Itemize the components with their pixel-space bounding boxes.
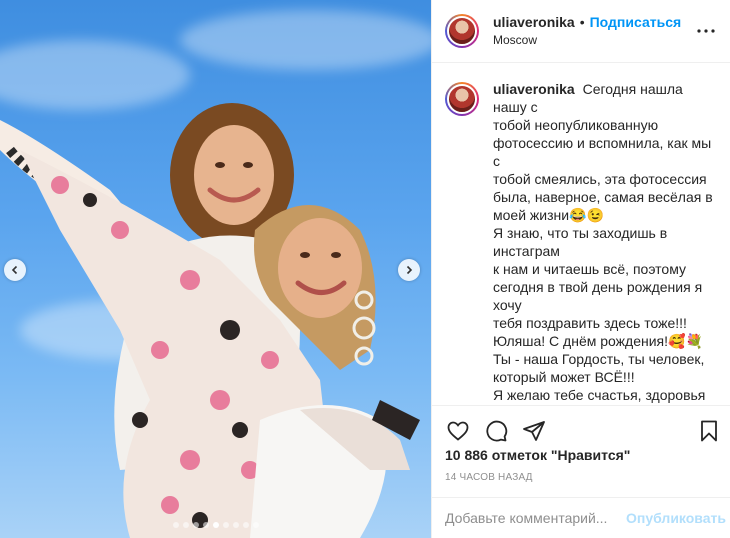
publish-button[interactable]: Опубликовать <box>626 510 726 526</box>
carousel-dot <box>252 522 259 528</box>
bookmark-icon <box>701 420 717 441</box>
comments-area[interactable]: uliaveronika Сегодня нашла нашу с тобой н… <box>432 64 730 405</box>
caption-line: сегодня в твой день рождения я хочу <box>493 279 703 313</box>
comment-input[interactable] <box>445 510 626 526</box>
caption-line: была, наверное, самая весёлая в <box>493 189 713 205</box>
avatar[interactable] <box>445 14 479 48</box>
follow-button[interactable]: Подписаться <box>590 13 682 31</box>
post-panel: uliaveronika • Подписаться Moscow uliave… <box>431 0 730 538</box>
location-link[interactable]: Moscow <box>493 31 694 49</box>
carousel-next-button[interactable] <box>398 259 420 281</box>
caption-line: Я желаю тебе счастья, здоровья и <box>493 387 706 403</box>
caption: uliaveronika Сегодня нашла нашу с тобой н… <box>445 80 718 405</box>
comment-icon <box>486 420 508 441</box>
more-options-button[interactable] <box>694 19 718 43</box>
add-comment-bar: Опубликовать <box>432 497 730 538</box>
carousel-dot <box>182 522 189 528</box>
carousel-prev-button[interactable] <box>4 259 26 281</box>
caption-line: тобой смеялись, эта фотосессия <box>493 171 707 187</box>
save-button[interactable] <box>696 418 722 444</box>
carousel-dot <box>172 522 179 528</box>
caption-line: Юляша! С днём рождения!🥰💐 <box>493 333 703 349</box>
caption-line: который может ВСЁ!!! <box>493 369 635 385</box>
post-header: uliaveronika • Подписаться Moscow <box>432 0 730 63</box>
chevron-right-icon <box>406 265 413 275</box>
post-timestamp[interactable]: 14 ЧАСОВ НАЗАД <box>445 472 533 483</box>
carousel-dot <box>222 522 229 528</box>
share-icon <box>523 420 545 441</box>
username-link[interactable]: uliaveronika <box>493 13 575 31</box>
more-dots-icon <box>697 29 715 33</box>
heart-icon <box>447 421 469 441</box>
share-button[interactable] <box>521 418 547 444</box>
caption-text: uliaveronika Сегодня нашла нашу с тобой н… <box>493 80 717 405</box>
caption-line: тебя поздравить здесь тоже!!! <box>493 315 687 331</box>
chevron-left-icon <box>11 265 18 275</box>
photo-people <box>0 103 420 538</box>
avatar[interactable] <box>445 82 479 116</box>
carousel-dots <box>0 522 431 528</box>
carousel-dot <box>202 522 209 528</box>
comment-button[interactable] <box>483 418 509 444</box>
likes-count[interactable]: 10 886 отметок "Нравится" <box>445 447 630 463</box>
carousel-dot <box>192 522 199 528</box>
instagram-post: uliaveronika • Подписаться Moscow uliave… <box>0 0 730 538</box>
caption-line: Я знаю, что ты заходишь в инстаграм <box>493 225 668 259</box>
like-button[interactable] <box>445 418 471 444</box>
caption-username[interactable]: uliaveronika <box>493 81 575 97</box>
caption-line: к нам и читаешь всё, поэтому <box>493 261 686 277</box>
caption-line: Ты - наша Гордость, ты человек, <box>493 351 705 367</box>
caption-line: фотосессию и вспомнила, как мы с <box>493 135 712 169</box>
caption-line: тобой неопубликованную <box>493 117 659 133</box>
carousel-dot <box>232 522 239 528</box>
caption-line: моей жизни😂😉 <box>493 207 604 223</box>
carousel-dot <box>242 522 249 528</box>
carousel-dot <box>212 522 219 528</box>
post-photo[interactable] <box>0 0 431 538</box>
header-separator: • <box>579 14 585 30</box>
